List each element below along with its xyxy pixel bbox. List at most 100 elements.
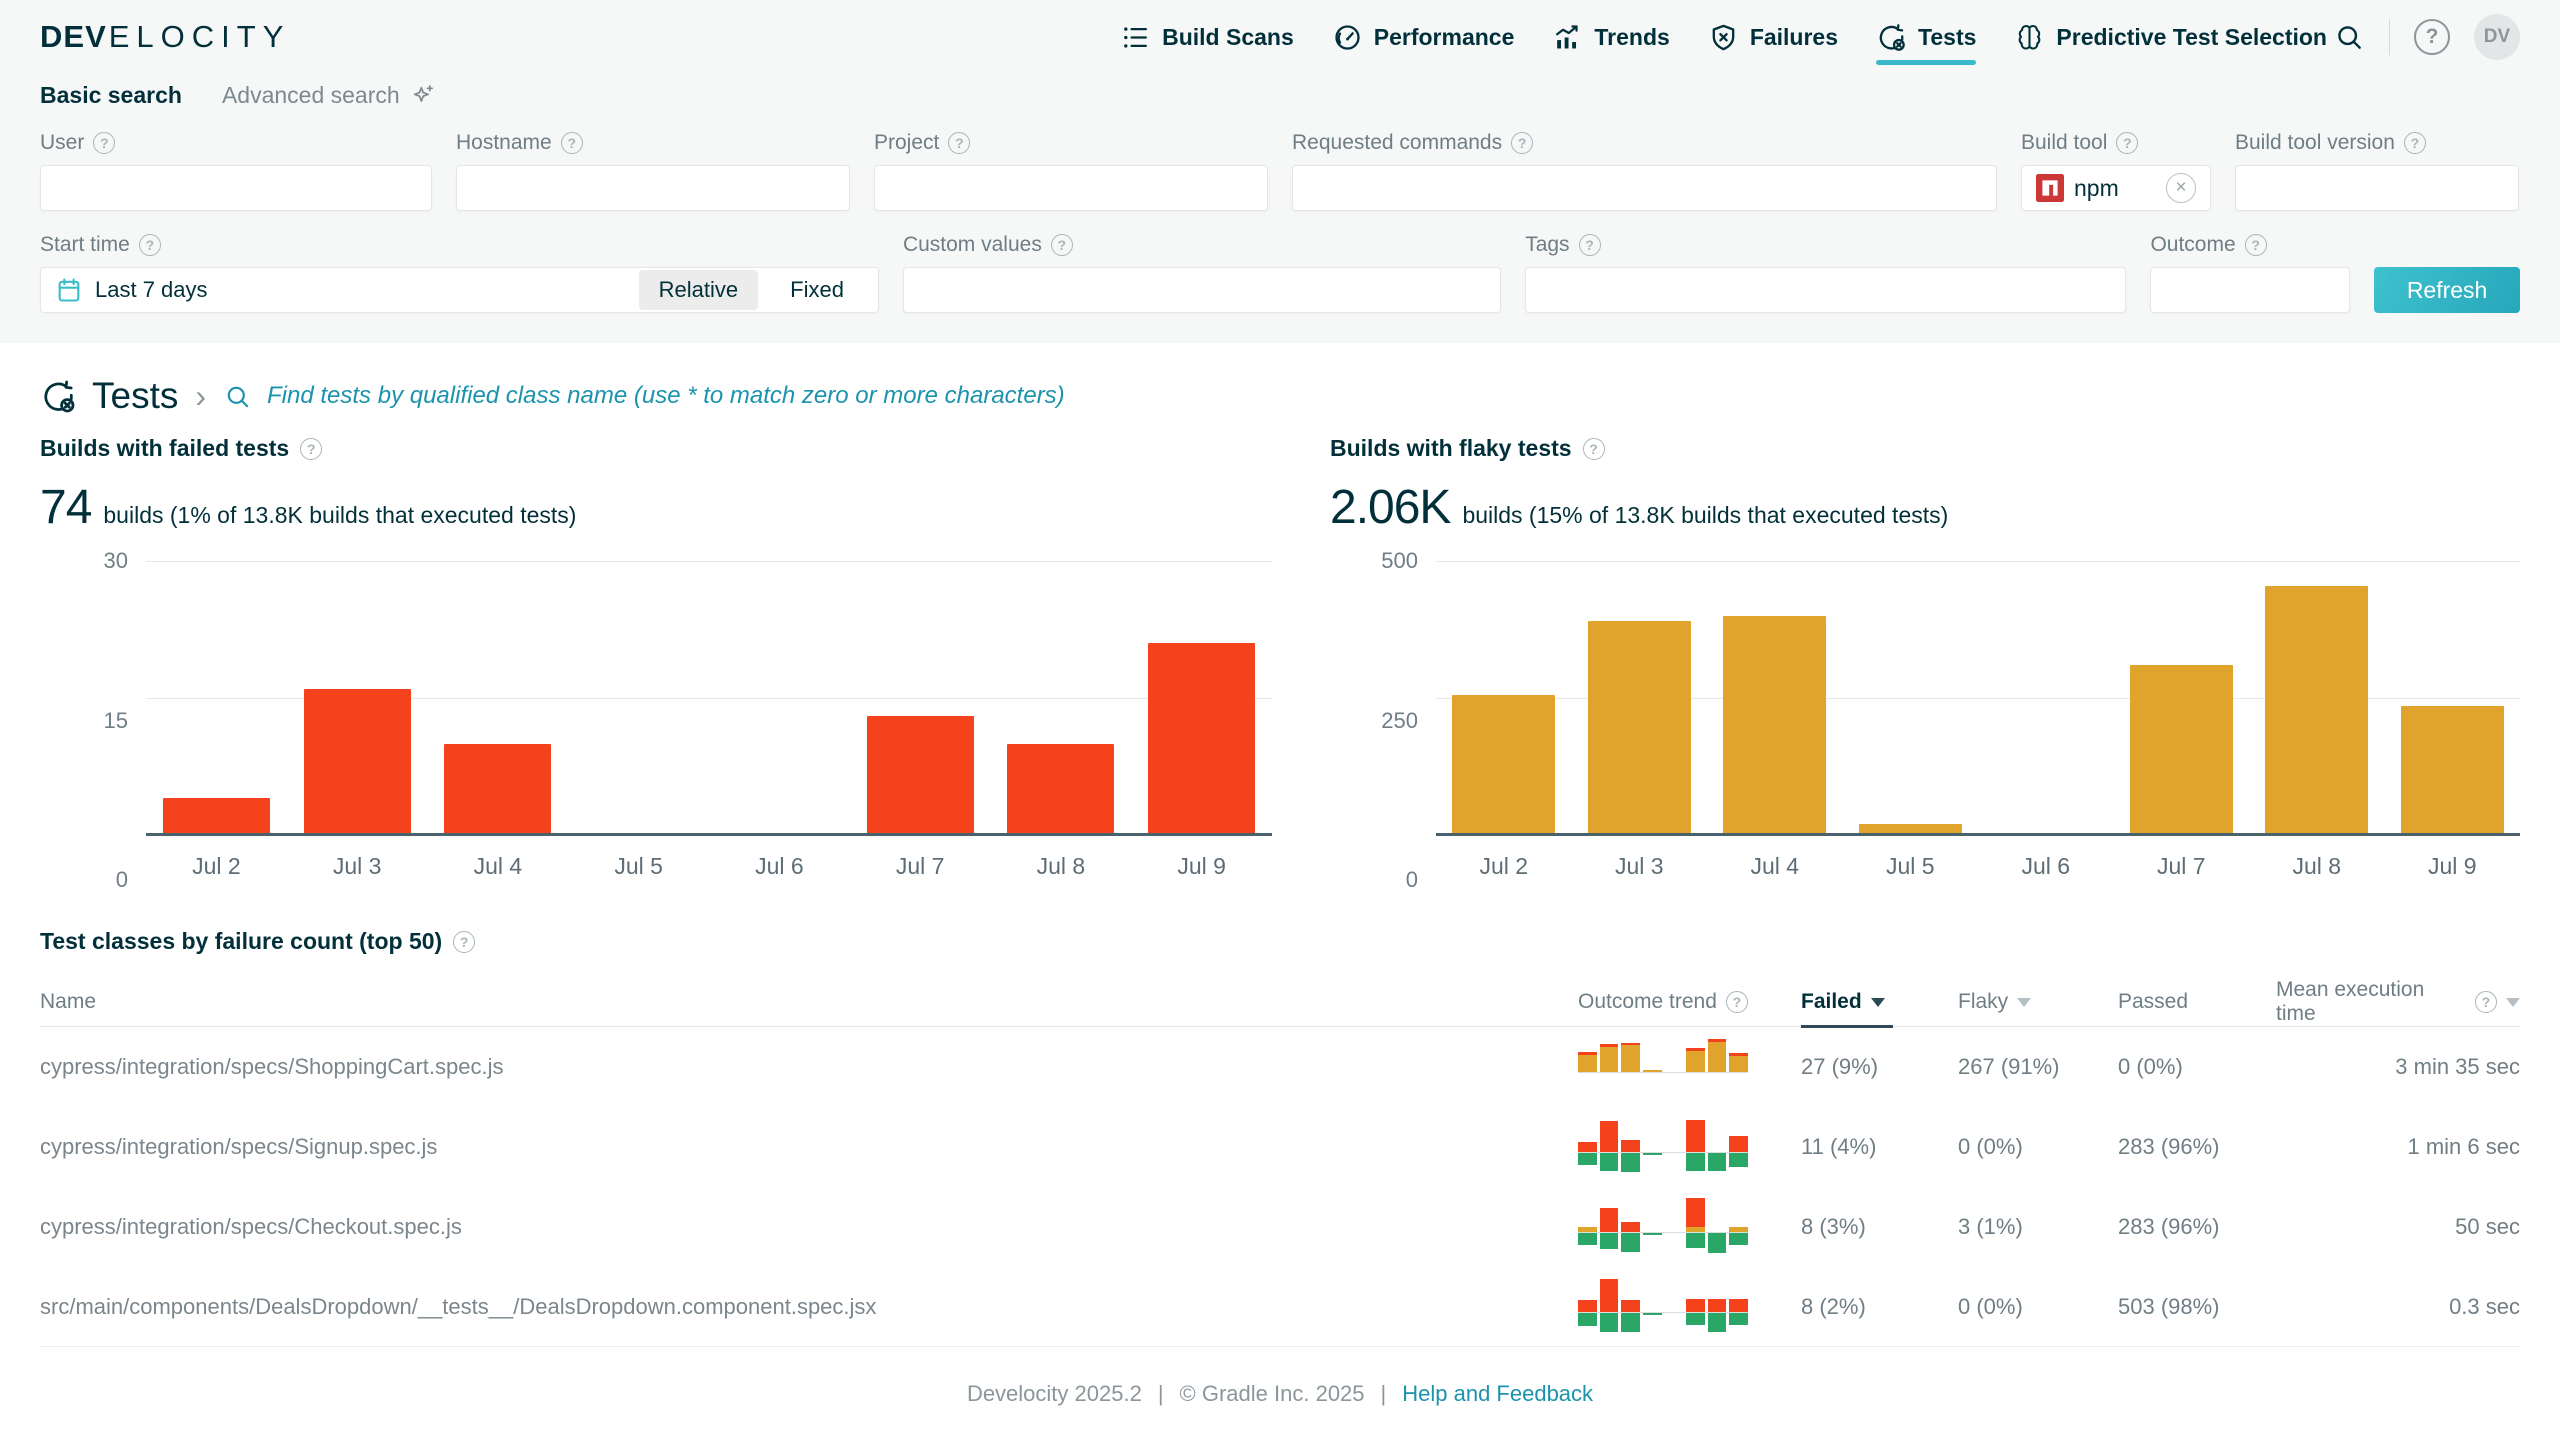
outcome-trend-chart[interactable] [1578,1278,1748,1336]
trend-passed-bar [1578,1313,1597,1327]
help-icon[interactable]: ? [1051,234,1073,256]
custom-values-input[interactable] [903,267,1501,313]
help-icon[interactable]: ? [2414,19,2450,55]
fixed-toggle[interactable]: Fixed [770,270,864,310]
find-tests-hint[interactable]: Find tests by qualified class name (use … [267,382,1065,410]
trend-passed-bar [1600,1313,1619,1332]
x-axis-label: Jul 2 [1436,853,1572,880]
column-header-passed[interactable]: Passed [2118,977,2276,1026]
bar-jul-8[interactable] [2265,586,2368,835]
help-icon[interactable]: ? [1511,132,1533,154]
trend-passed-bar [1621,1313,1640,1332]
bar-jul-4[interactable] [1723,616,1826,835]
nav-item-predictive-test-selection[interactable]: Predictive Test Selection [2014,0,2327,74]
bar-jul-4[interactable] [444,744,551,835]
trend-passed-bar [1643,1313,1662,1315]
nav-item-failures[interactable]: Failures [1708,0,1838,74]
sort-desc-icon [1871,998,1885,1007]
mean-execution-time: 3 min 35 sec [2276,1054,2520,1080]
tab-label: Advanced search [222,82,400,109]
trend-failed-bar [1600,1208,1619,1232]
failed-tests-chart: 30150 Jul 2Jul 3Jul 4Jul 5Jul 6Jul 7Jul … [40,561,1272,880]
custom-values-field-group: Custom values? [903,233,1501,313]
column-header-outcome-trend[interactable]: Outcome trend ? [1578,977,1801,1026]
bar-jul-3[interactable] [1588,621,1691,835]
field-label: Project [874,131,939,155]
bar-slot [428,561,569,835]
help-icon[interactable]: ? [2404,132,2426,154]
relative-toggle[interactable]: Relative [639,270,758,310]
outcome-trend-chart[interactable] [1578,1038,1748,1096]
bar-jul-3[interactable] [304,689,411,835]
y-axis-tick: 15 [104,708,128,734]
search-row-2: Start time? Last 7 days Relative Fixed C… [40,233,2520,313]
help-icon[interactable]: ? [948,132,970,154]
remove-chip-icon[interactable]: × [2166,173,2196,203]
nav-item-tests[interactable]: Tests [1876,0,1976,74]
tab-advanced-search[interactable]: Advanced search [222,82,436,109]
nav-item-performance[interactable]: Performance [1332,0,1515,74]
search-icon[interactable] [223,382,252,411]
hostname-input[interactable] [456,165,850,211]
x-axis-label: Jul 8 [2249,853,2385,880]
predictive-icon [2014,22,2045,53]
nav-item-label: Failures [1750,24,1838,51]
bar-jul-7[interactable] [2130,665,2233,835]
help-icon[interactable]: ? [300,438,322,460]
help-icon[interactable]: ? [561,132,583,154]
help-icon[interactable]: ? [1579,234,1601,256]
nav-item-build-scans[interactable]: Build Scans [1120,0,1294,74]
column-header-failed[interactable]: Failed [1801,977,1958,1026]
search-icon[interactable] [2333,21,2365,53]
project-input[interactable] [874,165,1268,211]
help-icon[interactable]: ? [1583,438,1605,460]
nav-item-trends[interactable]: Trends [1552,0,1669,74]
develocity-logo[interactable]: DEVELOCITY [40,19,290,55]
bar-jul-8[interactable] [1007,744,1114,835]
build-tool-version-input[interactable] [2235,165,2519,211]
trend-passed-bar [1708,1233,1727,1253]
test-class-name[interactable]: src/main/components/DealsDropdown/__test… [40,1294,1578,1320]
column-header-flaky[interactable]: Flaky [1958,977,2118,1026]
help-and-feedback-link[interactable]: Help and Feedback [1402,1381,1593,1407]
table-row[interactable]: src/main/components/DealsDropdown/__test… [40,1267,2520,1347]
test-class-name[interactable]: cypress/integration/specs/ShoppingCart.s… [40,1054,1578,1080]
help-icon[interactable]: ? [2245,234,2267,256]
bar-jul-2[interactable] [163,798,270,835]
avatar[interactable]: DV [2474,14,2520,60]
help-icon[interactable]: ? [2116,132,2138,154]
trend-failed-bar [1686,1198,1705,1227]
help-icon[interactable]: ? [139,234,161,256]
test-class-name[interactable]: cypress/integration/specs/Checkout.spec.… [40,1214,1578,1240]
test-class-name[interactable]: cypress/integration/specs/Signup.spec.js [40,1134,1578,1160]
table-row[interactable]: cypress/integration/specs/Checkout.spec.… [40,1187,2520,1267]
mean-execution-time: 50 sec [2276,1214,2520,1240]
help-icon[interactable]: ? [453,931,475,953]
bar-jul-9[interactable] [2401,706,2504,835]
outcome-trend-cell [1578,1278,1801,1336]
outcome-trend-chart[interactable] [1578,1198,1748,1256]
table-row[interactable]: cypress/integration/specs/ShoppingCart.s… [40,1027,2520,1107]
column-header-name[interactable]: Name [40,977,1578,1026]
bar-jul-7[interactable] [867,716,974,835]
user-input[interactable] [40,165,432,211]
outcome-trend-chart[interactable] [1578,1118,1748,1176]
column-header-mean-execution-time[interactable]: Mean execution time ? [2276,977,2520,1026]
outcome-input[interactable] [2150,267,2350,313]
requested-commands-input[interactable] [1292,165,1997,211]
help-icon[interactable]: ? [93,132,115,154]
trend-failed-bar [1686,1299,1705,1312]
trend-flaky-bar [1600,1047,1619,1073]
build-tool-input[interactable]: npm × [2021,165,2211,211]
bar-jul-2[interactable] [1452,695,1555,835]
bar-jul-9[interactable] [1148,643,1255,835]
help-icon[interactable]: ? [1726,991,1748,1013]
help-icon[interactable]: ? [2475,991,2497,1013]
tags-input[interactable] [1525,267,2126,313]
table-row[interactable]: cypress/integration/specs/Signup.spec.js… [40,1107,2520,1187]
start-time-input[interactable]: Last 7 days Relative Fixed [40,267,879,313]
tab-basic-search[interactable]: Basic search [40,82,182,109]
refresh-button[interactable]: Refresh [2374,267,2520,313]
field-label: Tags [1525,233,1569,257]
flaky-builds-count: 2.06K [1330,480,1450,535]
